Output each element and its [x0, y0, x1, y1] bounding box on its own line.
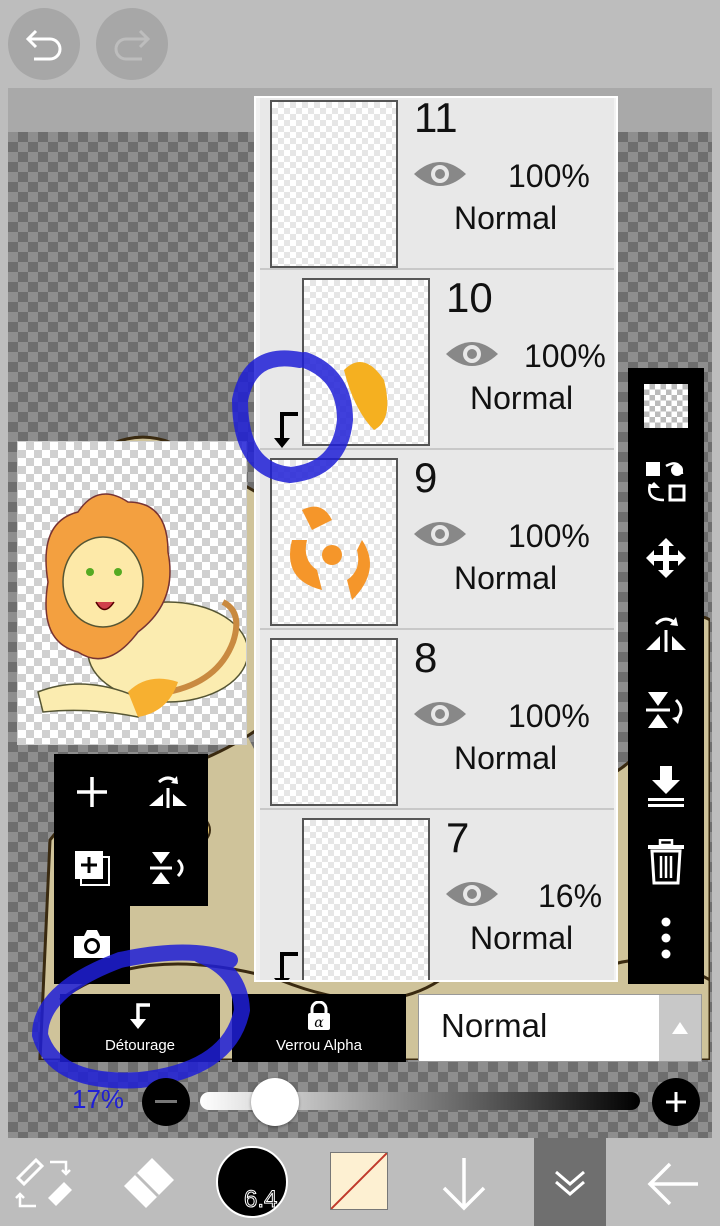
arrow-left-icon: [647, 1162, 698, 1206]
tool-switch-button[interactable]: [14, 1154, 74, 1210]
minus-icon: [155, 1100, 177, 1103]
eraser-tool-button[interactable]: [116, 1152, 178, 1214]
opacity-decrease-button[interactable]: [142, 1078, 190, 1126]
layer-down-button[interactable]: [434, 1154, 494, 1214]
opacity-increase-button[interactable]: [652, 1078, 700, 1126]
color-swatch-button[interactable]: [330, 1152, 388, 1210]
layers-toggle-button[interactable]: [534, 1138, 606, 1226]
brush-size-button[interactable]: 6.4: [216, 1146, 288, 1218]
opacity-slider-thumb[interactable]: [250, 1078, 299, 1126]
brush-eraser-swap-icon: [15, 1157, 72, 1208]
opacity-value: 17%: [72, 1084, 125, 1114]
color-swatch-icon: [331, 1153, 387, 1209]
opacity-slider-row: 17%: [8, 1076, 712, 1128]
eraser-icon: [124, 1158, 174, 1208]
double-chevron-down-icon: [555, 1170, 585, 1196]
plus-icon: [666, 1092, 686, 1112]
bottom-toolbar: 6.4: [0, 1138, 720, 1226]
brush-size-value: 6.4: [243, 1186, 278, 1214]
arrow-down-icon: [442, 1158, 486, 1211]
blue-marker-annotations: [31, 350, 354, 1089]
back-button[interactable]: [644, 1154, 704, 1214]
